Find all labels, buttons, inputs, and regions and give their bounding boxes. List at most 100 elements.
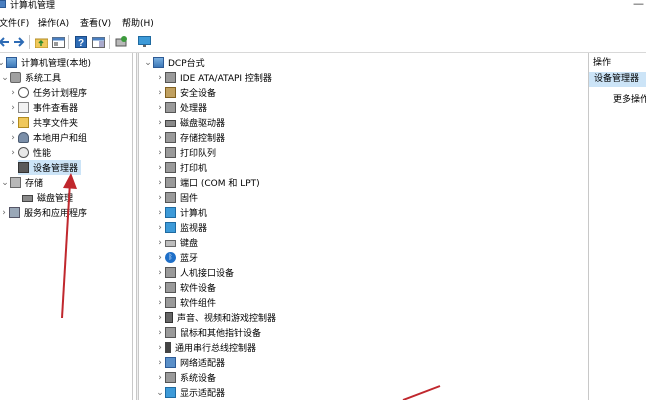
action-device-manager[interactable]: 设备管理器: [589, 72, 646, 87]
tree-item-label: 磁盘管理: [37, 194, 74, 204]
expand-icon[interactable]: ⌄: [155, 388, 165, 398]
device-category-row[interactable]: › 磁盘驱动器: [155, 115, 225, 130]
expand-icon[interactable]: ⌄: [0, 73, 10, 83]
menu-file[interactable]: 文件(F): [0, 16, 29, 29]
tree-item-services-apps[interactable]: › 服务和应用程序: [0, 205, 87, 220]
device-category-label: 端口 (COM 和 LPT): [180, 179, 260, 189]
chevron-right-icon[interactable]: ›: [155, 343, 165, 353]
chevron-right-icon[interactable]: ›: [8, 148, 18, 158]
chevron-right-icon[interactable]: ›: [155, 88, 165, 98]
device-category-row[interactable]: › 固件: [155, 190, 198, 205]
menu-help[interactable]: 帮助(H): [122, 16, 154, 29]
chevron-right-icon[interactable]: ›: [8, 103, 18, 113]
chevron-right-icon[interactable]: ›: [155, 118, 165, 128]
device-category-row[interactable]: › 打印机: [155, 160, 207, 175]
tree-item-device-manager[interactable]: 设备管理器: [18, 160, 82, 175]
chevron-right-icon[interactable]: ›: [155, 223, 165, 233]
expand-icon[interactable]: ⌄: [143, 58, 153, 68]
tree-item-task-scheduler[interactable]: › 任务计划程序: [8, 85, 87, 100]
toolbar-separator: [68, 35, 69, 49]
device-category-label: 打印机: [180, 164, 208, 174]
chevron-right-icon[interactable]: ›: [155, 298, 165, 308]
device-category-row[interactable]: › IDE ATA/ATAPI 控制器: [155, 70, 272, 85]
chevron-right-icon[interactable]: ›: [0, 208, 9, 218]
device-category-row[interactable]: › 处理器: [155, 100, 207, 115]
device-category-row[interactable]: › 存储控制器: [155, 130, 225, 145]
more-actions-link[interactable]: 更多操作: [613, 92, 646, 105]
device-category-row[interactable]: › 计算机: [155, 205, 207, 220]
keyboard-icon: [165, 240, 176, 247]
tree-item-storage[interactable]: ⌄ 存储: [0, 175, 43, 190]
chevron-right-icon[interactable]: ›: [155, 283, 165, 293]
svg-text:?: ?: [78, 38, 84, 48]
menu-action[interactable]: 操作(A): [38, 16, 69, 29]
chevron-right-icon[interactable]: ›: [155, 148, 165, 158]
minimize-icon[interactable]: —: [633, 0, 644, 10]
tree-item-shared-folders[interactable]: › 共享文件夹: [8, 115, 78, 130]
chevron-right-icon[interactable]: ›: [155, 193, 165, 203]
print-queue-icon: [165, 147, 176, 158]
tree-item-label: 计算机管理(本地): [21, 59, 92, 69]
chevron-right-icon[interactable]: ›: [155, 358, 165, 368]
tree-item-local-users[interactable]: › 本地用户和组: [8, 130, 87, 145]
services-icon: [9, 207, 20, 218]
device-category-row[interactable]: › ᛒ 蓝牙: [155, 250, 198, 265]
device-category-row[interactable]: › 键盘: [155, 235, 198, 250]
chevron-right-icon[interactable]: ›: [155, 208, 165, 218]
bluetooth-icon: ᛒ: [165, 252, 176, 263]
monitor-icon[interactable]: [136, 34, 152, 50]
display-adapter-icon: [165, 387, 176, 398]
properties-icon[interactable]: [50, 34, 66, 50]
device-category-row[interactable]: › 系统设备: [155, 370, 216, 385]
chevron-right-icon[interactable]: ›: [155, 328, 165, 338]
chevron-right-icon[interactable]: ›: [155, 268, 165, 278]
device-category-row[interactable]: › 网络适配器: [155, 355, 225, 370]
up-folder-icon[interactable]: [33, 34, 49, 50]
device-category-row[interactable]: › 打印队列: [155, 145, 216, 160]
toolbar-separator: [109, 35, 110, 49]
device-category-row[interactable]: › 声音、视频和游戏控制器: [155, 310, 276, 325]
chevron-right-icon[interactable]: ›: [8, 88, 18, 98]
computer-management-icon: [0, 0, 6, 8]
tree-item-disk-management[interactable]: 磁盘管理: [22, 190, 73, 205]
chevron-right-icon[interactable]: ›: [155, 313, 165, 323]
chevron-right-icon[interactable]: ›: [155, 103, 165, 113]
device-category-row[interactable]: › 鼠标和其他指针设备: [155, 325, 261, 340]
help-icon[interactable]: ?: [73, 34, 89, 50]
device-category-row[interactable]: › 通用串行总线控制器: [155, 340, 256, 355]
expand-icon[interactable]: ⌄: [0, 178, 10, 188]
device-category-label: IDE ATA/ATAPI 控制器: [180, 74, 272, 84]
tree-item-system-tools[interactable]: ⌄ 系统工具: [0, 70, 61, 85]
device-tree: ⌄ DCP台式 › IDE ATA/ATAPI 控制器 › 安全设备 › 处理器 › 磁盘驱动…: [139, 53, 588, 400]
chevron-right-icon[interactable]: ›: [8, 118, 18, 128]
scan-hardware-icon[interactable]: [113, 34, 129, 50]
chevron-right-icon[interactable]: ›: [8, 133, 18, 143]
chevron-right-icon[interactable]: ›: [155, 253, 165, 263]
menu-view[interactable]: 查看(V): [80, 16, 111, 29]
tree-item-computer-management[interactable]: ⌄ 计算机管理(本地): [0, 55, 91, 70]
device-category-label: 蓝牙: [180, 254, 199, 264]
tree-item-label: 服务和应用程序: [24, 209, 88, 219]
chevron-right-icon[interactable]: ›: [155, 373, 165, 383]
network-adapter-icon: [165, 357, 176, 368]
clock-icon: [18, 87, 29, 98]
show-hide-icon[interactable]: [90, 34, 106, 50]
device-category-row[interactable]: › 安全设备: [155, 85, 216, 100]
device-category-label: 系统设备: [180, 374, 217, 384]
chevron-right-icon[interactable]: ›: [155, 73, 165, 83]
tree-item-event-viewer[interactable]: › 事件查看器: [8, 100, 78, 115]
device-category-row[interactable]: › 软件设备: [155, 280, 216, 295]
device-category-row[interactable]: › 人机接口设备: [155, 265, 234, 280]
device-category-row[interactable]: ⌄ 显示适配器: [155, 385, 225, 400]
device-category-row[interactable]: › 监视器: [155, 220, 207, 235]
device-category-row[interactable]: › 软件组件: [155, 295, 216, 310]
tree-item-performance[interactable]: › 性能: [8, 145, 51, 160]
chevron-right-icon[interactable]: ›: [155, 178, 165, 188]
forward-icon[interactable]: [11, 34, 27, 50]
chevron-right-icon[interactable]: ›: [155, 133, 165, 143]
device-tree-root[interactable]: ⌄ DCP台式: [143, 55, 205, 70]
device-category-row[interactable]: › 端口 (COM 和 LPT): [155, 175, 260, 190]
monitor-icon: [165, 222, 176, 233]
chevron-right-icon[interactable]: ›: [155, 163, 165, 173]
chevron-right-icon[interactable]: ›: [155, 238, 165, 248]
